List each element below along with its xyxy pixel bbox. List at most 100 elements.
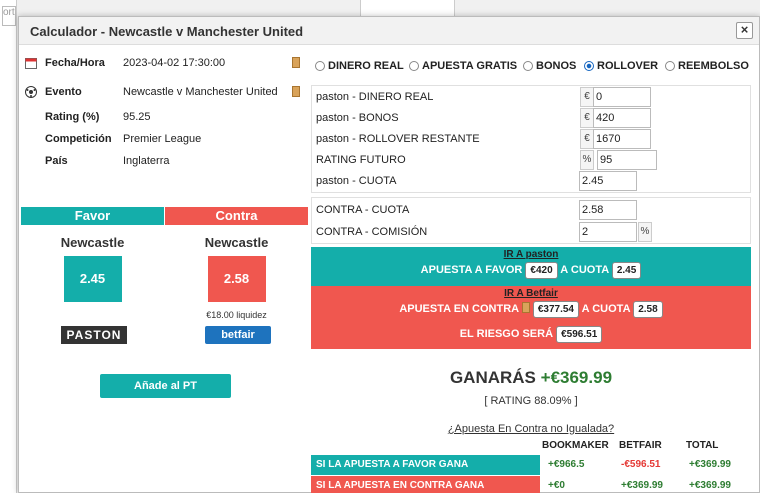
rating-label: Rating (%): [45, 111, 100, 123]
favor-odds-text: A CUOTA: [560, 264, 609, 276]
favor-column: Favor Newcastle 2.45: [21, 207, 164, 302]
favor-odds-chip: 2.45: [611, 262, 642, 279]
field-rollover: paston - ROLLOVER RESTANTE € 1670: [316, 129, 746, 149]
risk-line: EL RIESGO SERÁ €596.51: [311, 326, 751, 343]
percent-symbol: %: [580, 150, 594, 170]
contra-column: Contra Newcastle 2.58 €18.00 liquidez: [165, 207, 308, 320]
radio-dot-selected: [584, 61, 594, 71]
contra-instruction-text: APUESTA EN CONTRA: [399, 303, 519, 315]
copy-icon[interactable]: [521, 302, 530, 313]
contra-liquidity: €18.00 liquidez: [206, 310, 267, 320]
paston-logo[interactable]: PASTON: [61, 326, 127, 344]
currency-symbol: €: [580, 129, 594, 149]
radio-reembolso-label: REEMBOLSO: [678, 60, 749, 72]
competicion-value: Premier League: [123, 133, 202, 145]
add-to-pt-button[interactable]: Añade al PT: [100, 374, 231, 398]
col-header-total: TOTAL: [686, 440, 719, 451]
radio-apuesta-gratis[interactable]: APUESTA GRATIS: [409, 60, 517, 72]
info-row-competicion: Competición Premier League: [21, 131, 308, 151]
favor-instruction-text: APUESTA A FAVOR: [420, 264, 523, 276]
dialog-title: Calculador - Newcastle v Manchester Unit…: [30, 24, 304, 39]
rating-futuro-label: RATING FUTURO: [316, 154, 406, 166]
radio-apuesta-gratis-label: APUESTA GRATIS: [422, 60, 518, 72]
cell-bookmaker: +€966.5: [548, 459, 585, 470]
win-label: GANARÁS: [449, 368, 536, 387]
radio-dinero-real-label: DINERO REAL: [328, 60, 404, 72]
contra-header: Contra: [165, 207, 308, 225]
favor-odds[interactable]: 2.45: [63, 256, 122, 302]
col-header-bookmaker: BOOKMAKER: [542, 440, 609, 451]
favor-team: Newcastle: [60, 235, 125, 250]
calculator-dialog: Calculador - Newcastle v Manchester Unit…: [18, 16, 760, 493]
background-search-field[interactable]: orte: [2, 6, 16, 26]
percent-symbol: %: [638, 222, 652, 242]
cell-total: +€369.99: [689, 480, 731, 491]
radio-rollover[interactable]: ROLLOVER: [584, 60, 658, 72]
contra-comision-label: CONTRA - COMISIÓN: [316, 226, 428, 238]
field-dinero-real: paston - DINERO REAL € 0: [316, 87, 746, 107]
field-cuota: paston - CUOTA 2.45: [316, 171, 746, 191]
favor-instruction-line: APUESTA A FAVOR €420 A CUOTA 2.45: [311, 262, 751, 279]
currency-symbol: €: [580, 87, 594, 107]
radio-dot: [665, 61, 675, 71]
betfair-logo[interactable]: betfair: [205, 326, 271, 344]
contra-cuota-input[interactable]: 2.58: [579, 200, 637, 220]
rating-futuro-input[interactable]: 95: [597, 150, 657, 170]
row-label: SI LA APUESTA EN CONTRA GANA: [311, 476, 540, 493]
radio-reembolso[interactable]: REEMBOLSO: [665, 60, 749, 72]
win-amount: +€369.99: [540, 368, 613, 387]
favor-instructions: IR A paston APUESTA A FAVOR €420 A CUOTA…: [311, 247, 751, 286]
row-label: SI LA APUESTA A FAVOR GANA: [311, 455, 540, 475]
info-row-pais: País Inglaterra: [21, 153, 308, 173]
info-row-rating: Rating (%) 95.25: [21, 109, 308, 129]
evento-value: Newcastle v Manchester United: [123, 86, 278, 98]
profit-summary: GANARÁS +€369.99: [311, 368, 751, 388]
cell-betfair: +€369.99: [621, 480, 663, 491]
radio-dot: [523, 61, 533, 71]
radio-dot: [315, 61, 325, 71]
cuota-input[interactable]: 2.45: [579, 171, 637, 191]
close-button[interactable]: ×: [736, 22, 753, 39]
calendar-icon: [25, 58, 37, 69]
bet-type-selector: DINERO REAL APUESTA GRATIS BONOS ROLLOVE…: [311, 60, 751, 78]
soccer-ball-icon: [25, 86, 37, 98]
rollover-input[interactable]: 1670: [593, 129, 651, 149]
bookmaker-fields: paston - DINERO REAL € 0 paston - BONOS …: [311, 85, 751, 193]
contra-instruction-line: APUESTA EN CONTRA €377.54 A CUOTA 2.58: [311, 301, 751, 318]
contra-cuota-label: CONTRA - CUOTA: [316, 204, 410, 216]
col-header-betfair: BETFAIR: [619, 440, 662, 451]
fecha-value: 2023-04-02 17:30:00: [123, 57, 226, 69]
contra-comision-input[interactable]: 2: [579, 222, 637, 242]
radio-bonos-label: BONOS: [536, 60, 577, 72]
pais-value: Inglaterra: [123, 155, 170, 167]
copy-icon[interactable]: [292, 57, 300, 68]
fecha-label: Fecha/Hora: [45, 57, 105, 69]
contra-odds-text: A CUOTA: [581, 303, 631, 315]
field-contra-cuota: CONTRA - CUOTA 2.58: [316, 200, 746, 220]
copy-icon[interactable]: [292, 86, 300, 97]
rollover-label: paston - ROLLOVER RESTANTE: [316, 133, 480, 145]
radio-rollover-label: ROLLOVER: [597, 60, 659, 72]
go-to-betfair-link[interactable]: IR A Betfair: [311, 288, 751, 299]
contra-odds[interactable]: 2.58: [207, 256, 266, 302]
contra-team: Newcastle: [204, 235, 269, 250]
table-row: SI LA APUESTA A FAVOR GANA +€966.5 -€596…: [311, 455, 751, 475]
bonos-input[interactable]: 420: [593, 108, 651, 128]
radio-bonos[interactable]: BONOS: [523, 60, 576, 72]
rating-value: 95.25: [123, 111, 151, 123]
table-row: SI LA APUESTA EN CONTRA GANA +€0 +€369.9…: [311, 476, 751, 493]
contra-stake: €377.54: [532, 301, 579, 318]
dialog-header: Calculador - Newcastle v Manchester Unit…: [19, 17, 759, 45]
radio-dinero-real[interactable]: DINERO REAL: [315, 60, 404, 72]
unmatched-link[interactable]: ¿Apuesta En Contra no Igualada?: [311, 423, 751, 435]
go-to-paston-link[interactable]: IR A paston: [311, 249, 751, 260]
info-row-fecha: Fecha/Hora 2023-04-02 17:30:00: [21, 55, 308, 75]
contra-instructions: IR A Betfair APUESTA EN CONTRA €377.54 A…: [311, 286, 751, 349]
cell-betfair: -€596.51: [621, 459, 661, 470]
competicion-label: Competición: [45, 133, 112, 145]
cell-total: +€369.99: [689, 459, 731, 470]
pais-label: País: [45, 155, 68, 167]
dinero-real-input[interactable]: 0: [593, 87, 651, 107]
result-rating: [ RATING 88.09% ]: [484, 395, 578, 407]
risk-text: EL RIESGO SERÁ: [459, 328, 554, 340]
